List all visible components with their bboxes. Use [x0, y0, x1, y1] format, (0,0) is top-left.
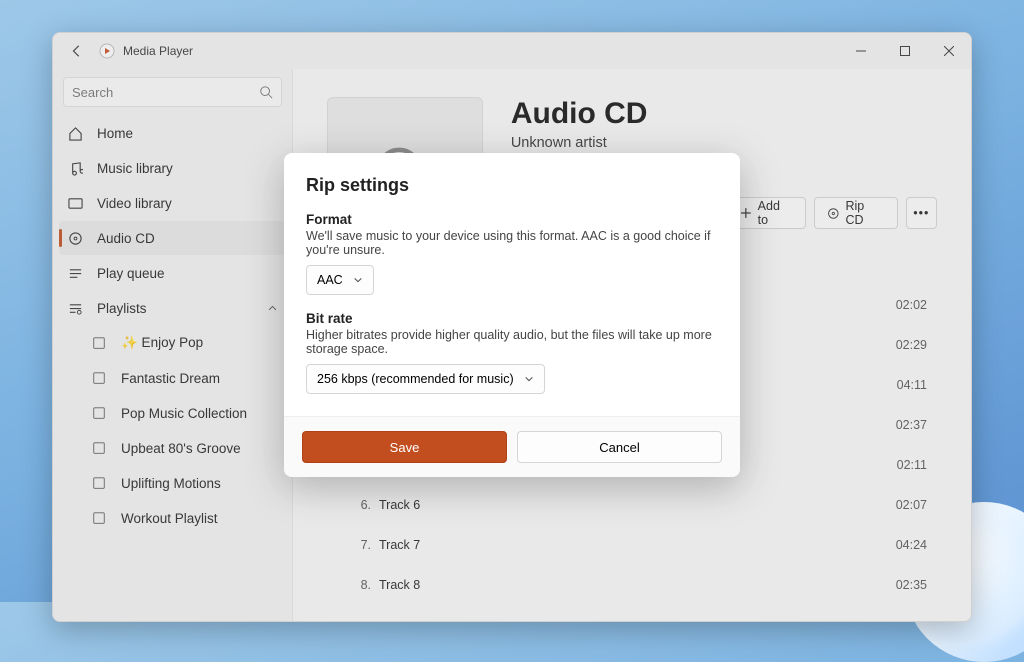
format-title: Format	[306, 212, 718, 227]
format-dropdown[interactable]: AAC	[306, 265, 374, 295]
bitrate-dropdown[interactable]: 256 kbps (recommended for music)	[306, 364, 545, 394]
app-window: Media Player Home Music library Video li…	[52, 32, 972, 622]
cancel-button[interactable]: Cancel	[517, 431, 722, 463]
bitrate-desc: Higher bitrates provide higher quality a…	[306, 328, 718, 356]
chevron-down-icon	[524, 374, 534, 384]
save-button[interactable]: Save	[302, 431, 507, 463]
format-desc: We'll save music to your device using th…	[306, 229, 718, 257]
bitrate-title: Bit rate	[306, 311, 718, 326]
chevron-down-icon	[353, 275, 363, 285]
format-value: AAC	[317, 273, 343, 287]
dialog-footer: Save Cancel	[284, 416, 740, 477]
dialog-title: Rip settings	[306, 175, 718, 196]
rip-settings-dialog: Rip settings Format We'll save music to …	[284, 153, 740, 477]
bitrate-value: 256 kbps (recommended for music)	[317, 372, 514, 386]
